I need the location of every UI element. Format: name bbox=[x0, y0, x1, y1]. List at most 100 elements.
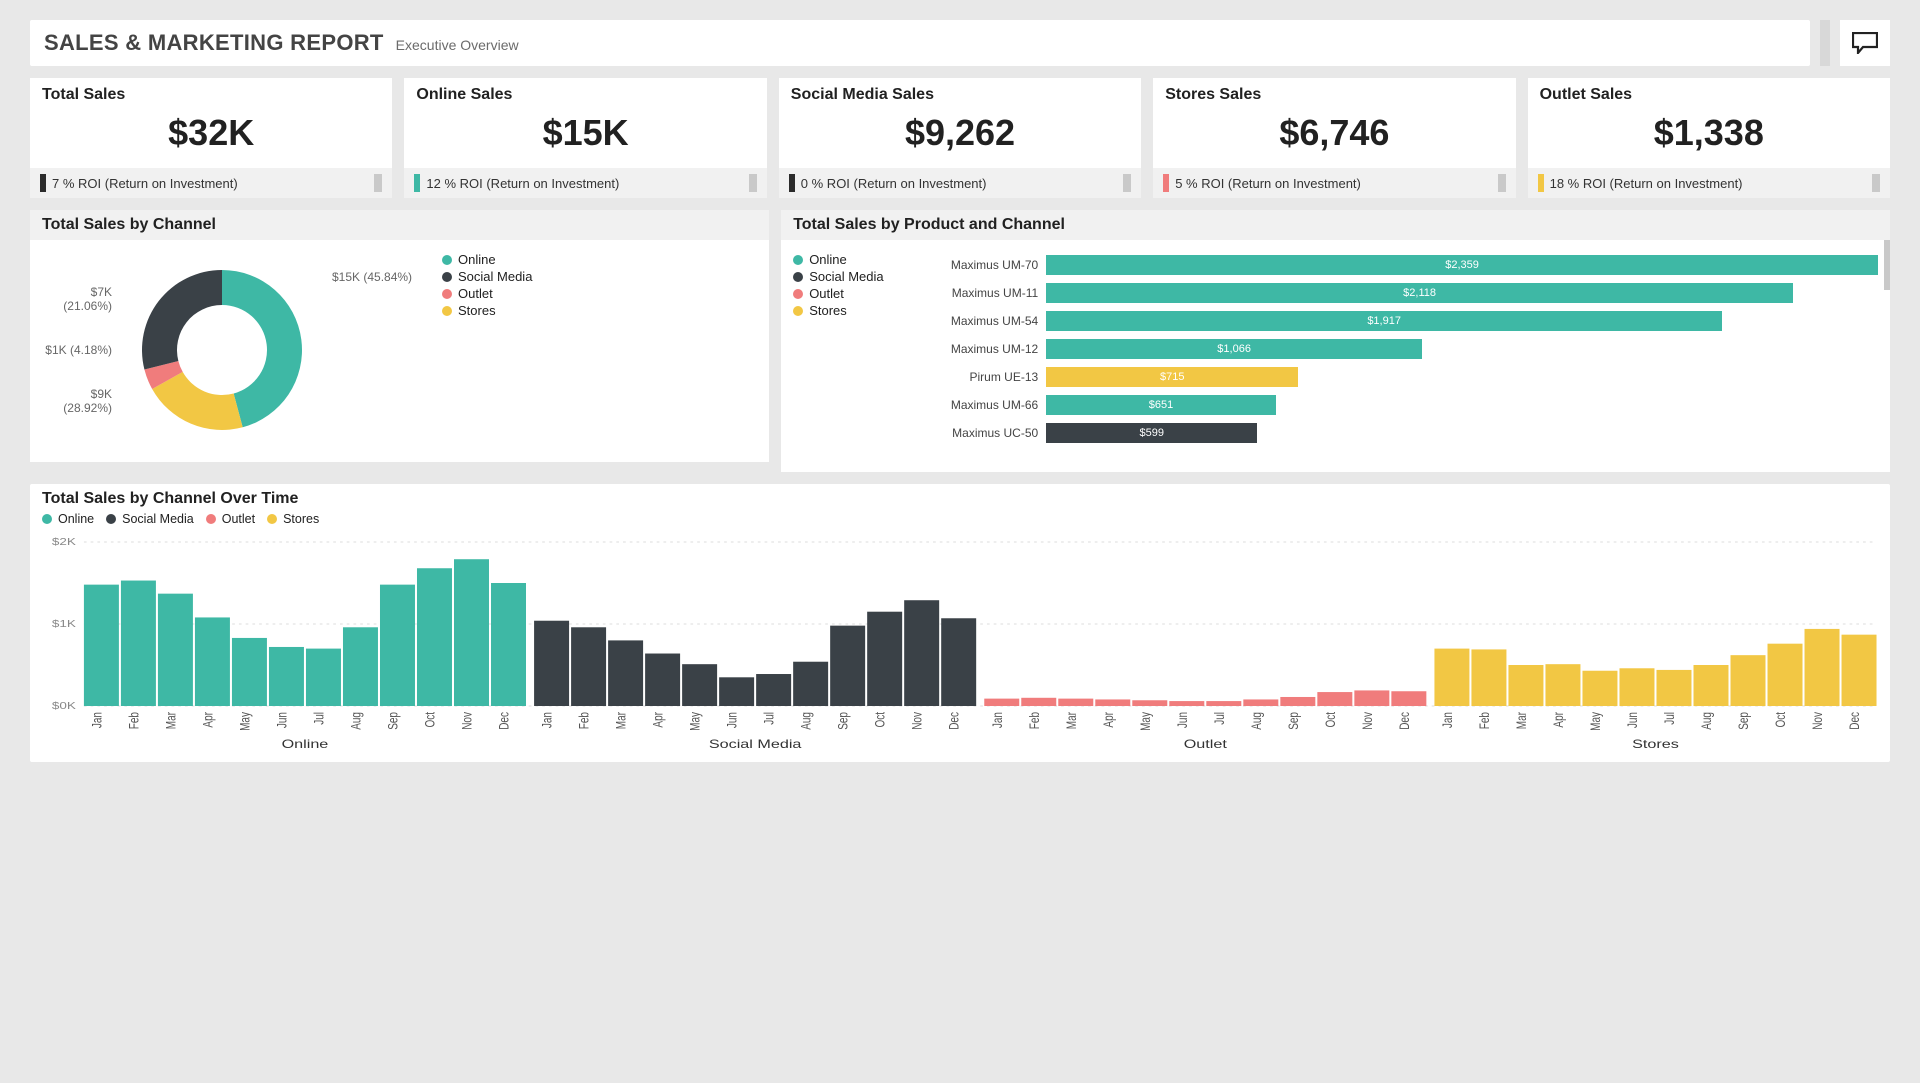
donut-legend: OnlineSocial MediaOutletStores bbox=[442, 250, 562, 450]
timeline-bar bbox=[830, 626, 865, 706]
comment-button[interactable] bbox=[1840, 20, 1890, 66]
timeline-bar bbox=[1656, 670, 1691, 706]
svg-text:Mar: Mar bbox=[613, 712, 629, 729]
legend-dot-icon bbox=[793, 255, 803, 265]
legend-item: Social Media bbox=[442, 269, 562, 284]
legend-label: Outlet bbox=[222, 512, 255, 526]
timeline-bar bbox=[867, 612, 902, 706]
legend-dot-icon bbox=[206, 514, 216, 524]
svg-text:Oct: Oct bbox=[872, 711, 888, 727]
donut-label: $7K (21.06%) bbox=[42, 285, 112, 313]
roi-text: 12 % ROI (Return on Investment) bbox=[426, 176, 619, 191]
product-bar-row: Maximus UM-70 $2,359 bbox=[923, 252, 1878, 278]
svg-text:May: May bbox=[237, 712, 253, 731]
svg-text:Outlet: Outlet bbox=[1184, 738, 1227, 751]
kpi-label: Online Sales bbox=[404, 78, 766, 104]
product-bar: $651 bbox=[1046, 395, 1276, 415]
product-chart-panel[interactable]: Total Sales by Product and Channel Onlin… bbox=[781, 210, 1890, 472]
kpi-label: Stores Sales bbox=[1153, 78, 1515, 104]
kpi-card-outlet[interactable]: Outlet Sales $1,338 18 % ROI (Return on … bbox=[1528, 78, 1890, 198]
timeline-bar bbox=[195, 617, 230, 706]
kpi-label: Outlet Sales bbox=[1528, 78, 1890, 104]
svg-text:Dec: Dec bbox=[1847, 712, 1863, 730]
roi-text: 18 % ROI (Return on Investment) bbox=[1550, 176, 1743, 191]
kpi-card-social[interactable]: Social Media Sales $9,262 0 % ROI (Retur… bbox=[779, 78, 1141, 198]
roi-end-marker bbox=[1872, 174, 1880, 192]
timeline-bar bbox=[984, 699, 1019, 706]
svg-text:Feb: Feb bbox=[126, 712, 142, 730]
svg-text:Sep: Sep bbox=[835, 712, 851, 730]
svg-text:Jun: Jun bbox=[1624, 712, 1640, 728]
svg-text:Feb: Feb bbox=[1476, 712, 1492, 730]
report-title: SALES & MARKETING REPORT bbox=[44, 30, 384, 56]
svg-text:May: May bbox=[1137, 712, 1153, 731]
legend-item: Outlet bbox=[206, 512, 255, 526]
roi-text: 0 % ROI (Return on Investment) bbox=[801, 176, 987, 191]
svg-text:Apr: Apr bbox=[1550, 712, 1566, 728]
svg-text:Jun: Jun bbox=[724, 712, 740, 728]
kpi-value: $9,262 bbox=[779, 104, 1141, 168]
svg-text:Social Media: Social Media bbox=[709, 738, 802, 751]
legend-dot-icon bbox=[793, 272, 803, 282]
svg-text:Nov: Nov bbox=[1359, 712, 1375, 730]
svg-text:Aug: Aug bbox=[348, 712, 364, 730]
svg-text:Dec: Dec bbox=[496, 712, 512, 730]
kpi-roi: 5 % ROI (Return on Investment) bbox=[1153, 168, 1515, 198]
roi-text: 5 % ROI (Return on Investment) bbox=[1175, 176, 1361, 191]
svg-text:Apr: Apr bbox=[200, 712, 216, 728]
product-bar-row: Maximus UM-66 $651 bbox=[923, 392, 1878, 418]
kpi-card-stores[interactable]: Stores Sales $6,746 5 % ROI (Return on I… bbox=[1153, 78, 1515, 198]
scrollbar-thumb[interactable] bbox=[1884, 240, 1890, 290]
product-name: Pirum UE-13 bbox=[923, 370, 1046, 384]
svg-text:$1K: $1K bbox=[52, 618, 76, 630]
svg-text:Aug: Aug bbox=[1698, 712, 1714, 730]
svg-text:Sep: Sep bbox=[1285, 712, 1301, 730]
kpi-card-total[interactable]: Total Sales $32K 7 % ROI (Return on Inve… bbox=[30, 78, 392, 198]
svg-text:May: May bbox=[687, 712, 703, 731]
legend-label: Online bbox=[809, 252, 847, 267]
timeline-bar bbox=[756, 674, 791, 706]
donut-chart-panel[interactable]: Total Sales by Channel $7K (21.06%)$1K (… bbox=[30, 210, 769, 472]
timeline-bar bbox=[1693, 665, 1728, 706]
timeline-bar bbox=[343, 627, 378, 706]
svg-text:Oct: Oct bbox=[422, 711, 438, 727]
kpi-label: Total Sales bbox=[30, 78, 392, 104]
svg-text:Feb: Feb bbox=[576, 712, 592, 730]
kpi-value: $6,746 bbox=[1153, 104, 1515, 168]
svg-text:Sep: Sep bbox=[1736, 712, 1752, 730]
product-bar: $1,917 bbox=[1046, 311, 1722, 331]
kpi-value: $15K bbox=[404, 104, 766, 168]
kpi-card-online[interactable]: Online Sales $15K 12 % ROI (Return on In… bbox=[404, 78, 766, 198]
timeline-bar bbox=[1508, 665, 1543, 706]
svg-text:Jan: Jan bbox=[539, 712, 555, 728]
donut-label: $9K (28.92%) bbox=[42, 387, 112, 415]
timeline-chart-panel[interactable]: Total Sales by Channel Over Time OnlineS… bbox=[30, 484, 1890, 762]
legend-item: Online bbox=[442, 252, 562, 267]
product-name: Maximus UM-66 bbox=[923, 398, 1046, 412]
timeline-bar bbox=[1280, 697, 1315, 706]
timeline-bar bbox=[941, 618, 976, 706]
product-name: Maximus UM-70 bbox=[923, 258, 1046, 272]
svg-text:Apr: Apr bbox=[1100, 712, 1116, 728]
product-name: Maximus UC-50 bbox=[923, 426, 1046, 440]
legend-item: Outlet bbox=[793, 286, 903, 301]
timeline-chart-title: Total Sales by Channel Over Time bbox=[30, 484, 1890, 510]
timeline-bar bbox=[454, 559, 489, 706]
legend-label: Social Media bbox=[809, 269, 883, 284]
roi-indicator-icon bbox=[1163, 174, 1169, 192]
svg-text:Jul: Jul bbox=[761, 712, 777, 725]
legend-item: Social Media bbox=[106, 512, 194, 526]
roi-end-marker bbox=[1123, 174, 1131, 192]
donut-label: $1K (4.18%) bbox=[42, 343, 112, 357]
legend-item: Outlet bbox=[442, 286, 562, 301]
svg-text:Apr: Apr bbox=[650, 712, 666, 728]
product-bar-row: Maximus UM-54 $1,917 bbox=[923, 308, 1878, 334]
svg-text:Jul: Jul bbox=[1211, 712, 1227, 725]
roi-end-marker bbox=[374, 174, 382, 192]
svg-text:Jun: Jun bbox=[1174, 712, 1190, 728]
timeline-bar bbox=[645, 654, 680, 706]
svg-text:Jan: Jan bbox=[989, 712, 1005, 728]
timeline-bar bbox=[232, 638, 267, 706]
product-legend: OnlineSocial MediaOutletStores bbox=[793, 250, 903, 448]
legend-dot-icon bbox=[106, 514, 116, 524]
